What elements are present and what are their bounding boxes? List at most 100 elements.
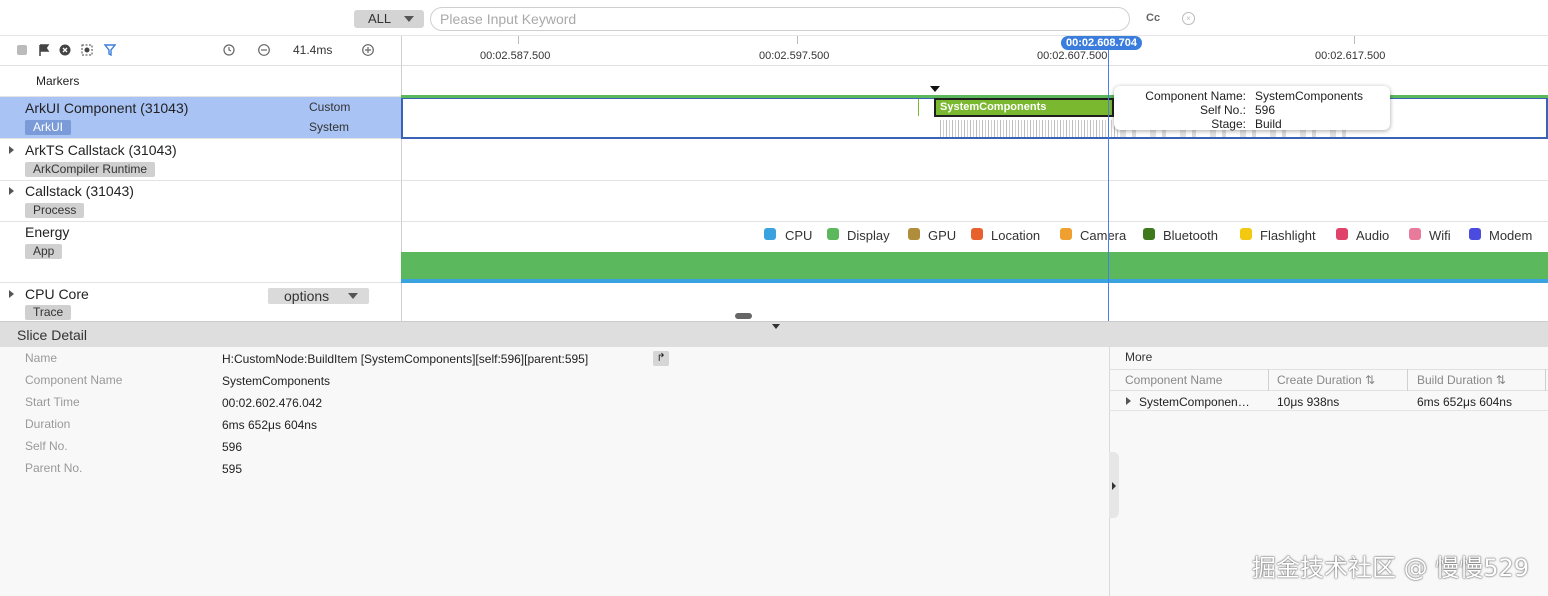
selected-slice[interactable]: SystemComponents: [934, 98, 1114, 117]
screenshot-icon[interactable]: [81, 44, 93, 56]
column-divider[interactable]: [1407, 369, 1408, 391]
trace-toolbar: 41.4ms: [0, 36, 401, 66]
timeline-ruler[interactable]: 00:02.587.500 00:02.597.500 00:02.607.50…: [401, 36, 1548, 66]
ruler-tick-label: 00:02.597.500: [759, 50, 830, 62]
legend-label: Location: [991, 228, 1041, 243]
stop-icon[interactable]: [16, 44, 28, 56]
column-header-create[interactable]: Create Duration ⇅: [1277, 373, 1375, 387]
row-title: Energy: [25, 224, 70, 240]
more-label: More: [1125, 350, 1153, 364]
tooltip-value: Build: [1255, 117, 1282, 131]
row-title: Callstack (31043): [25, 183, 134, 199]
tooltip-key: Stage:: [1211, 117, 1246, 131]
tooltip-value: 596: [1255, 103, 1276, 117]
energy-display-bar[interactable]: [401, 252, 1548, 279]
search-input[interactable]: [430, 7, 1130, 31]
legend-swatch-location: [971, 228, 983, 240]
row-tag: ArkUI: [25, 120, 71, 135]
sub-track-label-custom: Custom: [309, 100, 351, 114]
row-title: ArkTS Callstack (31043): [25, 142, 177, 158]
detail-key-duration: Duration: [25, 417, 71, 431]
expand-arrow-icon[interactable]: [9, 146, 14, 154]
row-tag: ArkCompiler Runtime: [25, 162, 156, 177]
ruler-tick-label: 00:02.617.500: [1315, 50, 1386, 62]
callstack-row[interactable]: Callstack (31043) Process: [0, 181, 401, 222]
detail-value-name: H:CustomNode:BuildItem [SystemComponents…: [222, 352, 589, 366]
arkts-callstack-track[interactable]: [401, 139, 1548, 181]
detail-value-self: 596: [222, 440, 243, 454]
detail-key-start: Start Time: [25, 395, 80, 409]
time-cursor-line[interactable]: [1108, 50, 1109, 321]
legend-swatch-flashlight: [1240, 228, 1252, 240]
zoom-out-icon[interactable]: [258, 44, 270, 56]
ruler-tick: [518, 36, 519, 44]
clear-search-icon[interactable]: ×: [1182, 12, 1195, 25]
legend-label: Audio: [1356, 228, 1390, 243]
sub-track-label-system: System: [309, 120, 350, 134]
callstack-track[interactable]: [401, 181, 1548, 222]
legend-label: Flashlight: [1260, 228, 1316, 243]
table-cell-create: 10μs 938ns: [1277, 395, 1340, 409]
ruler-tick: [797, 36, 798, 44]
table-cell-name[interactable]: SystemComponen…: [1139, 395, 1250, 409]
legend-swatch-audio: [1336, 228, 1348, 240]
column-divider[interactable]: [1268, 369, 1269, 391]
expand-arrow-icon[interactable]: [9, 187, 14, 195]
legend-label: Wifi: [1429, 228, 1451, 243]
legend-swatch-display: [827, 228, 839, 240]
clock-icon[interactable]: [223, 44, 235, 56]
energy-row[interactable]: Energy App: [0, 222, 401, 283]
tooltip-key: Component Name:: [1145, 89, 1246, 103]
legend-swatch-cpu: [764, 228, 776, 240]
cursor-time-badge: 00:02.608.704: [1061, 36, 1142, 50]
record-icon[interactable]: [59, 44, 71, 56]
detail-key-component: Component Name: [25, 373, 123, 387]
match-case-button[interactable]: Cc: [1146, 12, 1160, 24]
filter-icon[interactable]: [104, 44, 116, 56]
slice-small[interactable]: [918, 99, 919, 116]
options-dropdown-label: options: [284, 288, 330, 304]
chevron-down-icon: [348, 293, 358, 299]
markers-label: Markers: [36, 74, 80, 88]
detail-value-parent: 595: [222, 462, 243, 476]
ruler-tick-label: 00:02.607.500: [1037, 50, 1108, 62]
system-slices[interactable]: [940, 120, 1120, 137]
legend-label: Camera: [1080, 228, 1127, 243]
table-cell-build: 6ms 652μs 604ns: [1417, 395, 1512, 409]
filter-dropdown[interactable]: ALL: [354, 10, 424, 28]
tooltip-key: Self No.:: [1199, 103, 1246, 117]
collapse-panel-icon[interactable]: [772, 324, 780, 329]
legend-swatch-bluetooth: [1143, 228, 1155, 240]
column-divider[interactable]: [1545, 369, 1546, 391]
ruler-tick-label: 00:02.587.500: [480, 50, 551, 62]
expand-arrow-icon[interactable]: [1126, 397, 1131, 405]
slice-detail-title: Slice Detail: [17, 327, 88, 343]
ruler-tick: [1354, 36, 1355, 44]
legend-label: CPU: [785, 228, 813, 243]
chevron-right-icon: [1112, 482, 1116, 490]
chevron-down-icon: [404, 16, 414, 22]
legend-label: Display: [847, 228, 890, 243]
zoom-level-label: 41.4ms: [293, 43, 333, 57]
slice-tooltip: Component Name: SystemComponents Self No…: [1114, 86, 1390, 131]
legend-swatch-modem: [1469, 228, 1481, 240]
row-title: CPU Core: [25, 286, 89, 302]
detail-value-component: SystemComponents: [222, 374, 331, 388]
flag-icon[interactable]: [38, 44, 50, 56]
detail-key-name: Name: [25, 351, 58, 365]
column-header-name[interactable]: Component Name: [1125, 373, 1222, 387]
arkui-component-row[interactable]: ArkUI Component (31043) ArkUI Custom Sys…: [0, 97, 401, 139]
filter-dropdown-value: ALL: [368, 11, 392, 26]
panel-drag-handle[interactable]: [735, 313, 752, 319]
arkts-callstack-row[interactable]: ArkTS Callstack (31043) ArkCompiler Runt…: [0, 139, 401, 181]
expand-arrow-icon[interactable]: [9, 290, 14, 298]
legend-label: GPU: [928, 228, 957, 243]
detail-key-parent: Parent No.: [25, 461, 83, 475]
zoom-in-icon[interactable]: [362, 44, 374, 56]
jump-to-slice-icon[interactable]: ↱: [653, 351, 669, 366]
column-header-build[interactable]: Build Duration ⇅: [1417, 373, 1506, 387]
cpu-core-track[interactable]: [401, 283, 1548, 321]
table-row-divider: [1109, 410, 1548, 411]
options-dropdown[interactable]: options: [268, 288, 369, 304]
row-title: ArkUI Component (31043): [25, 100, 189, 116]
